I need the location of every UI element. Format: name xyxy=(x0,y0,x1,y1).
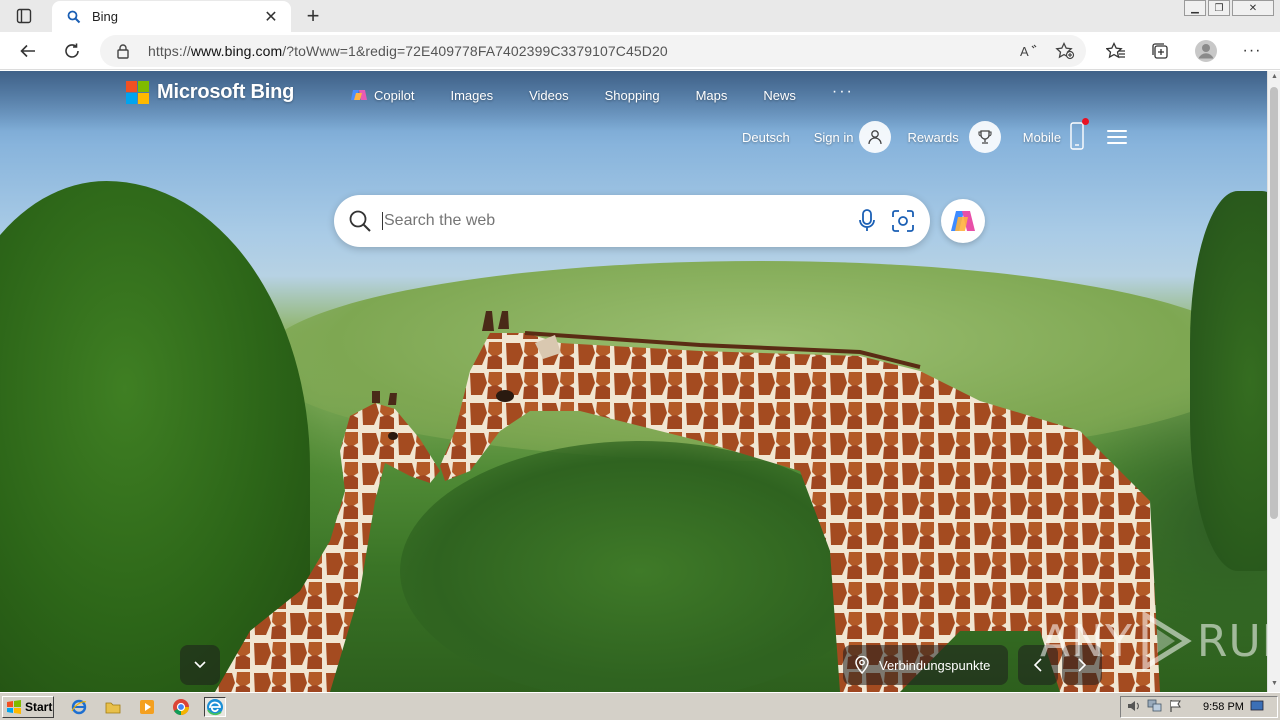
network-icon[interactable] xyxy=(1147,699,1163,716)
header-right: Deutsch Sign in Rewards Mobile xyxy=(742,117,1128,153)
back-button[interactable] xyxy=(14,37,42,65)
sign-in-avatar-icon[interactable] xyxy=(859,121,892,153)
rewards-trophy-icon[interactable] xyxy=(968,121,1001,153)
logo-text: Microsoft Bing xyxy=(157,81,295,103)
visual-search-camera-icon[interactable] xyxy=(890,208,916,234)
menu-hamburger-icon[interactable] xyxy=(1107,130,1128,144)
search-box xyxy=(334,195,930,247)
scroll-down-button[interactable] xyxy=(180,645,220,685)
window-controls: ▁ ❐ ✕ xyxy=(1184,0,1280,18)
microsoft-logo-icon xyxy=(126,81,149,104)
play-logo-icon xyxy=(1142,611,1192,671)
start-button[interactable]: Start xyxy=(2,696,54,718)
tab-bing[interactable]: Bing ✕ xyxy=(52,1,291,32)
restore-button[interactable]: ❐ xyxy=(1208,0,1230,16)
more-dots-icon: ··· xyxy=(1242,42,1262,59)
microsoft-bing-logo[interactable]: Microsoft Bing xyxy=(126,81,294,104)
show-desktop-icon[interactable] xyxy=(1250,700,1264,715)
scroll-down-arrow-icon[interactable]: ▼ xyxy=(1270,680,1279,690)
quicklaunch-edge-icon[interactable] xyxy=(204,697,226,717)
settings-more-button[interactable]: ··· xyxy=(1238,37,1266,65)
search-favicon-icon xyxy=(66,9,82,25)
tab-strip: Bing ✕ + ▁ ❐ ✕ xyxy=(0,0,1280,32)
notification-dot xyxy=(1082,117,1090,125)
refresh-button[interactable] xyxy=(58,37,86,65)
mobile-link[interactable]: Mobile xyxy=(1023,130,1061,145)
clock-time[interactable]: 9:58 PM xyxy=(1203,701,1244,713)
action-center-flag-icon[interactable] xyxy=(1169,699,1183,716)
start-label: Start xyxy=(25,700,53,714)
copilot-icon xyxy=(951,211,975,231)
add-favorite-icon[interactable] xyxy=(1052,39,1078,63)
favorites-icon xyxy=(1106,42,1125,59)
tab-actions-button[interactable] xyxy=(8,4,40,28)
profile-button[interactable] xyxy=(1192,37,1220,65)
bing-homepage: Microsoft Bing Copilot Images Videos Sho… xyxy=(0,71,1267,692)
collections-button[interactable] xyxy=(1146,37,1174,65)
url-host: www.bing.com xyxy=(190,43,283,59)
volume-icon[interactable] xyxy=(1127,699,1141,716)
search-icon[interactable] xyxy=(348,208,374,234)
nav-maps[interactable]: Maps xyxy=(696,88,728,103)
tab-actions-icon xyxy=(16,8,32,24)
back-arrow-icon xyxy=(20,44,35,58)
scroll-up-arrow-icon[interactable]: ▲ xyxy=(1270,73,1279,83)
location-label: Verbindungspunkte xyxy=(879,657,991,673)
quicklaunch-ie-icon[interactable] xyxy=(68,697,90,717)
refresh-icon xyxy=(65,43,79,58)
system-tray: 9:58 PM xyxy=(1120,696,1278,718)
quicklaunch-explorer-icon[interactable] xyxy=(102,697,124,717)
quicklaunch-chrome-icon[interactable] xyxy=(170,697,192,717)
tab-close-icon[interactable]: ✕ xyxy=(261,7,281,27)
nav-images[interactable]: Images xyxy=(450,88,493,103)
lock-icon[interactable] xyxy=(116,43,132,59)
watermark-right: RUN xyxy=(1196,615,1267,667)
image-location-button[interactable]: Verbindungspunkte xyxy=(843,645,1009,685)
sign-in-link[interactable]: Sign in xyxy=(814,130,854,145)
windows-flag-icon xyxy=(7,700,21,714)
windows-taskbar: Start 9:58 PM xyxy=(0,692,1280,720)
copilot-button[interactable] xyxy=(941,199,985,243)
minimize-button[interactable]: ▁ xyxy=(1184,0,1206,16)
voice-search-microphone-icon[interactable] xyxy=(854,208,880,234)
language-link[interactable]: Deutsch xyxy=(742,130,790,145)
mobile-phone-icon[interactable] xyxy=(1069,117,1090,153)
url-text: https://www.bing.com/?toWww=1&redig=72E4… xyxy=(148,43,668,59)
giraffe-image xyxy=(215,311,1160,692)
quicklaunch-media-player-icon[interactable] xyxy=(136,697,158,717)
copilot-small-icon xyxy=(351,90,367,100)
scrollbar-thumb[interactable] xyxy=(1270,87,1278,519)
svg-text:A: A xyxy=(1020,44,1029,59)
browser-toolbar: https://www.bing.com/?toWww=1&redig=72E4… xyxy=(0,32,1280,70)
nav-copilot[interactable]: Copilot xyxy=(350,87,414,103)
page-scrollbar[interactable]: ▲ ▼ xyxy=(1267,71,1280,692)
tab-title: Bing xyxy=(92,9,119,24)
chevron-down-icon xyxy=(194,661,206,669)
nav-news[interactable]: News xyxy=(763,88,796,103)
bing-nav: Copilot Images Videos Shopping Maps News… xyxy=(350,83,854,103)
profile-avatar-icon xyxy=(1195,40,1217,62)
nav-videos[interactable]: Videos xyxy=(529,88,569,103)
window-close-button[interactable]: ✕ xyxy=(1232,0,1274,16)
read-aloud-icon[interactable]: A xyxy=(1016,39,1042,63)
watermark-left: ANY xyxy=(1040,615,1133,667)
search-input[interactable] xyxy=(382,212,822,230)
nav-shopping[interactable]: Shopping xyxy=(605,88,660,103)
nav-more-button[interactable]: ··· xyxy=(832,83,854,101)
anyrun-watermark: ANY RUN xyxy=(1040,611,1267,671)
url-path: /?toWww=1&redig=72E409778FA7402399C33791… xyxy=(282,43,668,59)
favorites-button[interactable] xyxy=(1102,37,1130,65)
new-tab-button[interactable]: + xyxy=(300,3,326,28)
nav-copilot-label: Copilot xyxy=(374,87,415,103)
address-bar[interactable]: https://www.bing.com/?toWww=1&redig=72E4… xyxy=(100,35,1086,67)
url-prefix: https:// xyxy=(148,43,191,59)
collections-icon xyxy=(1152,43,1168,59)
rewards-link[interactable]: Rewards xyxy=(907,130,958,145)
location-pin-icon xyxy=(855,656,869,674)
